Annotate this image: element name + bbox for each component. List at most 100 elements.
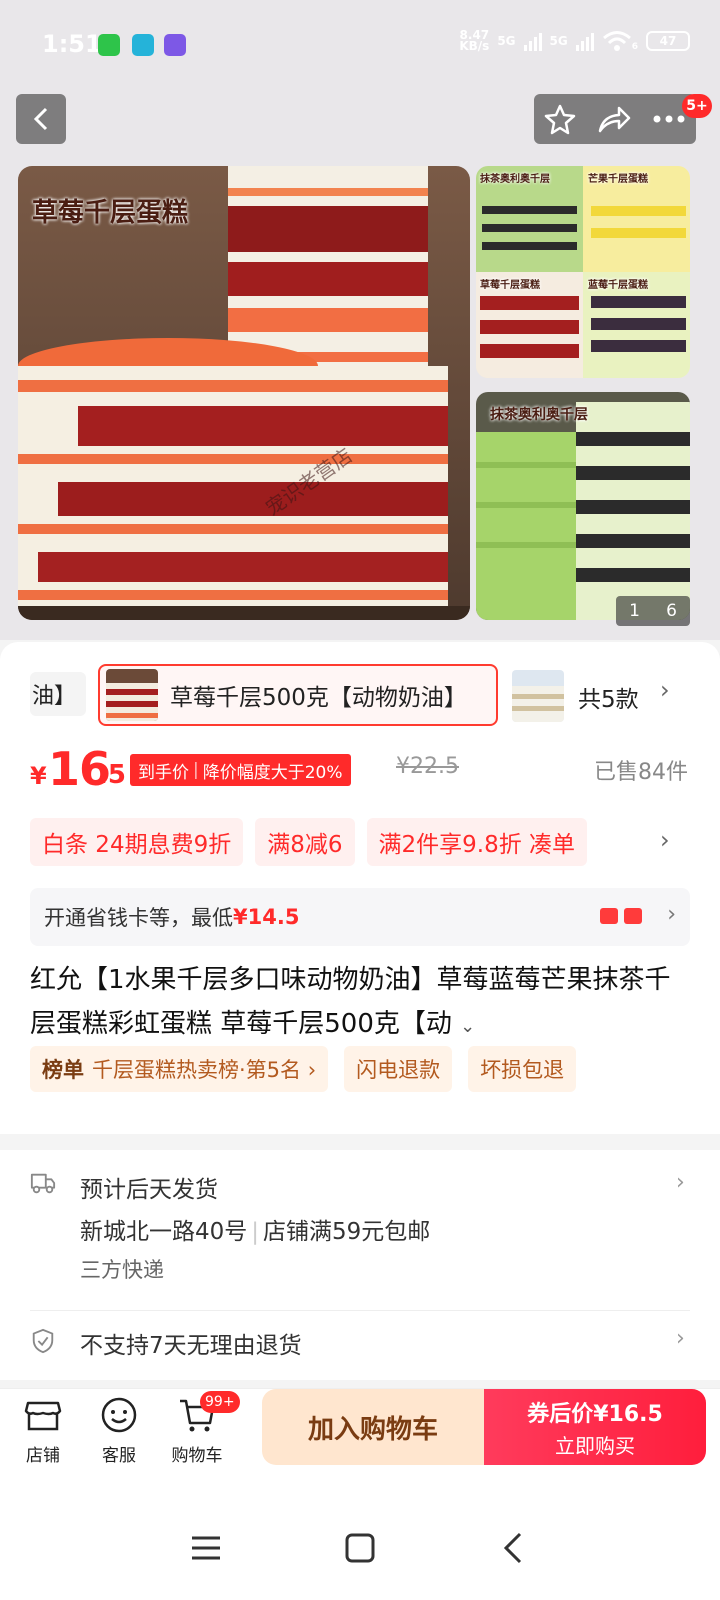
signal-bars-icon <box>523 31 542 51</box>
product-title[interactable]: 红允【1水果千层多口味动物奶油】草莓蓝莓芒果抹茶千层蛋糕彩虹蛋糕 草莓千层500… <box>30 958 690 1049</box>
variant-count[interactable]: 共5款 <box>578 680 639 714</box>
signal-5g-label-2: 5G <box>549 34 568 48</box>
shop-icon <box>24 1401 62 1431</box>
favorite-star-icon[interactable] <box>544 103 576 135</box>
service-card: 预计后天发货 新城北一路40号 | 店铺满59元包邮 三方快递 › 不支持7天无理由… <box>0 1150 720 1380</box>
product-gallery: 草莓千层蛋糕 宠识老营店 抹茶奥利奥千层 芒果千层蛋糕 草莓千层蛋糕 蓝莓千层蛋… <box>0 0 720 640</box>
price-row: ¥ 16 .5 到手价 | 降价幅度大于20% ¥22.5 已售84件 <box>0 742 720 802</box>
coupon-price-label: 券后价¥16.5 <box>527 1401 663 1427</box>
delivery-address: 新城北一路40号 <box>80 1219 248 1245</box>
variant-thumb <box>106 669 158 721</box>
price-decimal: .5 <box>98 760 126 790</box>
image-counter: 1 6 <box>616 596 690 626</box>
courier-type: 三方快递 <box>80 1258 164 1282</box>
wifi-suffix: 6 <box>631 42 638 52</box>
price-currency: ¥ <box>30 762 47 790</box>
shield-icon <box>32 1328 54 1354</box>
cart-label: 购物车 <box>171 1446 223 1466</box>
back-triangle-icon[interactable] <box>494 1528 534 1568</box>
product-title-text: 红允【1水果千层多口味动物奶油】草莓蓝莓芒果抹茶千层蛋糕彩虹蛋糕 草莓千层500… <box>30 965 671 1039</box>
bottom-action-bar: 店铺 客服 购物车 99+ 加入购物车 券后价¥16.5 立即购买 <box>0 1388 720 1500</box>
final-price-tag: 到手价 | 降价幅度大于20% <box>130 754 351 786</box>
signal-5g-label-1: 5G <box>497 34 516 48</box>
savings-card-text: 开通省钱卡等，最低 <box>44 906 233 930</box>
system-navigation-bar <box>0 1500 720 1600</box>
signal-bars-icon-2 <box>575 31 594 51</box>
free-shipping-note: 店铺满59元包邮 <box>263 1219 431 1245</box>
main-product-image[interactable]: 草莓千层蛋糕 宠识老营店 <box>18 166 470 620</box>
price-drop-label: 降价幅度大于20% <box>202 762 343 783</box>
home-square-icon[interactable] <box>340 1528 380 1568</box>
chevron-right-icon: › <box>676 1170 685 1195</box>
original-price: ¥22.5 <box>396 754 459 779</box>
thumb-label-matcha-oreo: 抹茶奥利奥千层 <box>490 407 588 423</box>
image-counter-total: 6 <box>666 601 677 621</box>
buy-now-label: 立即购买 <box>555 1433 635 1458</box>
buy-now-button[interactable]: 券后价¥16.5 立即购买 <box>484 1389 706 1465</box>
coupon-icon <box>600 908 618 924</box>
promo-discount[interactable]: 满8减6 <box>255 818 355 866</box>
app-icon-blue <box>132 34 154 56</box>
promo-strip: 白条 24期息费9折 满8减6 满2件享9.8折 凑单 <box>30 818 650 866</box>
delivery-address-line: 新城北一路40号 | 店铺满59元包邮 <box>80 1219 431 1245</box>
promo-chevron-icon[interactable]: › <box>660 826 670 854</box>
chevron-right-icon[interactable]: › <box>660 676 670 704</box>
variant-prev[interactable]: 油】 <box>30 672 86 716</box>
divider <box>30 1310 690 1311</box>
ranking-chip[interactable]: 榜单 千层蛋糕热卖榜·第5名 › <box>30 1046 329 1092</box>
app-icon-purple <box>164 34 186 56</box>
thumb-label-blueberry: 蓝莓千层蛋糕 <box>588 280 648 291</box>
chevron-left-icon <box>33 107 48 131</box>
status-indicators: 8.47 KB/s 5G 5G 6 47 <box>459 29 690 53</box>
delivery-row[interactable]: 预计后天发货 新城北一路40号 | 店铺满59元包邮 三方快递 › <box>0 1162 720 1302</box>
ranking-text: 千层蛋糕热卖榜·第5名 › <box>92 1058 317 1082</box>
damage-return-chip[interactable]: 坏损包退 <box>468 1046 577 1092</box>
product-info-card: 油】 草莓千层500克【动物奶油】 共5款 › ¥ 16 .5 到手价 | 降价… <box>0 642 720 1134</box>
more-icon[interactable] <box>652 114 686 124</box>
battery-icon: 47 <box>646 31 690 51</box>
coupon-icons <box>600 908 642 924</box>
variant-thumb-2[interactable] <box>512 670 564 722</box>
savings-card-banner[interactable]: 开通省钱卡等，最低 ¥14.5 › <box>30 888 690 946</box>
top-action-group <box>534 94 696 144</box>
fast-refund-chip[interactable]: 闪电退款 <box>344 1046 453 1092</box>
delivery-estimate: 预计后天发货 <box>80 1177 218 1203</box>
status-bar: 1:51 8.47 KB/s 5G 5G 6 47 <box>0 0 720 90</box>
chevron-down-icon[interactable]: ⌄ <box>460 1016 475 1037</box>
final-price-label: 到手价 <box>138 762 189 783</box>
battery-level: 47 <box>659 34 677 48</box>
back-button[interactable] <box>16 94 66 144</box>
status-time: 1:51 <box>42 30 102 58</box>
variant-selected-label: 草莓千层500克【动物奶油】 <box>170 685 467 711</box>
return-policy[interactable]: 不支持7天无理由退货 <box>80 1326 302 1360</box>
shop-label: 店铺 <box>26 1446 60 1466</box>
menu-icon[interactable] <box>186 1528 226 1568</box>
add-to-cart-button[interactable]: 加入购物车 <box>262 1389 484 1465</box>
ranking-title: 榜单 <box>42 1058 84 1082</box>
side-image-matcha[interactable]: 抹茶奥利奥千层 <box>476 392 690 620</box>
customer-service-button[interactable]: 客服 <box>84 1395 154 1466</box>
network-speed-unit: KB/s <box>459 39 490 53</box>
shop-button[interactable]: 店铺 <box>8 1395 78 1466</box>
thumb-label-matcha: 抹茶奥利奥千层 <box>480 174 550 185</box>
cart-count-badge: 99+ <box>200 1391 240 1413</box>
service-label: 客服 <box>102 1446 136 1466</box>
side-image-flavors[interactable]: 抹茶奥利奥千层 芒果千层蛋糕 草莓千层蛋糕 蓝莓千层蛋糕 <box>476 166 690 378</box>
thumb-label-strawberry: 草莓千层蛋糕 <box>480 280 540 291</box>
promo-bundle[interactable]: 满2件享9.8折 凑单 <box>366 818 588 866</box>
more-badge: 5+ <box>682 94 712 118</box>
wifi-icon <box>602 31 631 51</box>
variant-selected[interactable]: 草莓千层500克【动物奶油】 <box>98 664 498 726</box>
variant-prev-label: 油】 <box>32 684 77 709</box>
promo-baitiao[interactable]: 白条 24期息费9折 <box>30 818 244 866</box>
card-icon <box>624 908 642 924</box>
chevron-right-icon[interactable]: › <box>676 1326 685 1351</box>
image-counter-current: 1 <box>629 601 640 621</box>
network-speed: 8.47 KB/s <box>459 29 490 53</box>
thumb-label-mango: 芒果千层蛋糕 <box>588 174 648 185</box>
chevron-right-icon: › <box>667 902 676 927</box>
share-icon[interactable] <box>597 104 631 134</box>
sold-count: 已售84件 <box>594 760 688 785</box>
service-chat-icon <box>101 1397 137 1433</box>
badge-chips: 榜单 千层蛋糕热卖榜·第5名 › 闪电退款 坏损包退 <box>30 1046 577 1092</box>
